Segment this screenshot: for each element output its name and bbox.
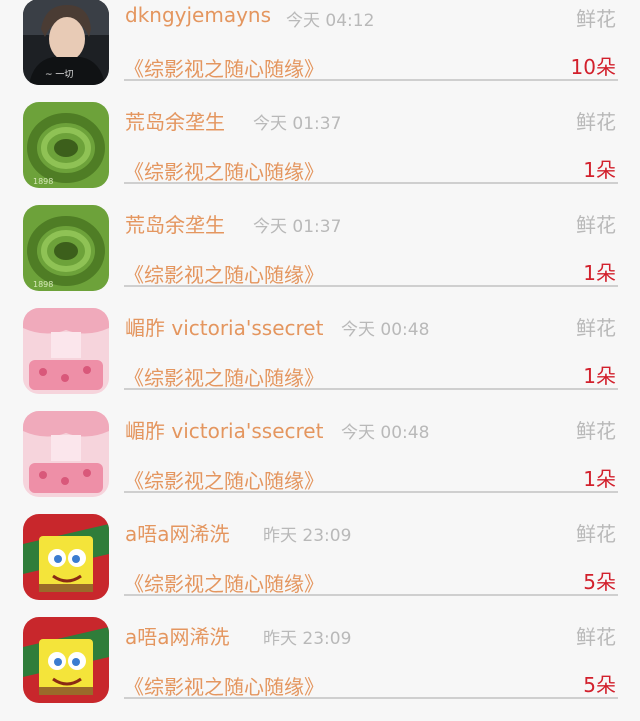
row-divider bbox=[124, 285, 618, 287]
user-name[interactable]: a唔a网浠洗 bbox=[125, 518, 230, 547]
user-avatar[interactable]: ~ 一切 bbox=[23, 0, 109, 85]
user-name[interactable]: 嵋胙 victoria'ssecret bbox=[125, 415, 323, 444]
gift-record-row[interactable]: 嵋胙 victoria'ssecret 今天 00:48 鲜花 《综影视之随心随… bbox=[0, 411, 640, 514]
user-name[interactable]: 嵋胙 victoria'ssecret bbox=[125, 312, 323, 341]
work-title[interactable]: 《综影视之随心随缘》 bbox=[124, 568, 324, 597]
user-avatar[interactable] bbox=[23, 411, 109, 497]
record-time: 昨天 23:09 bbox=[263, 526, 352, 546]
gift-count: 10朵 bbox=[570, 55, 616, 79]
row-divider bbox=[124, 491, 618, 493]
boy-photo-icon: ~ 一切 bbox=[23, 0, 109, 85]
work-title[interactable]: 《综影视之随心随缘》 bbox=[124, 465, 324, 494]
record-time: 今天 01:37 bbox=[253, 217, 342, 237]
row-divider bbox=[124, 79, 618, 81]
row-divider bbox=[124, 388, 618, 390]
gift-record-row[interactable]: 嵋胙 victoria'ssecret 今天 00:48 鲜花 《综影视之随心随… bbox=[0, 308, 640, 411]
gift-count: 1朵 bbox=[583, 364, 616, 388]
gift-record-row[interactable]: ~ 一切 dkngyjemayns 今天 04:12 鲜花 《综影视之随心随缘》… bbox=[0, 0, 640, 102]
gift-type-label: 鲜花 bbox=[576, 110, 616, 134]
user-avatar[interactable] bbox=[23, 308, 109, 394]
spongebob-icon bbox=[23, 617, 109, 703]
row-divider bbox=[124, 594, 618, 596]
pink-bedroom-icon bbox=[23, 411, 109, 497]
work-title[interactable]: 《综影视之随心随缘》 bbox=[124, 259, 324, 288]
gift-record-row[interactable]: 1898 荒岛余垄生 今天 01:37 鲜花 《综影视之随心随缘》 1朵 bbox=[0, 102, 640, 205]
work-title[interactable]: 《综影视之随心随缘》 bbox=[124, 53, 324, 82]
record-time: 今天 01:37 bbox=[253, 114, 342, 134]
user-avatar[interactable] bbox=[23, 617, 109, 703]
green-ring-icon: 1898 bbox=[23, 102, 109, 188]
record-time: 今天 04:12 bbox=[286, 11, 375, 31]
record-time: 今天 00:48 bbox=[341, 320, 430, 340]
gift-count: 1朵 bbox=[583, 261, 616, 285]
svg-text:~ 一切: ~ 一切 bbox=[45, 69, 73, 80]
user-name[interactable]: a唔a网浠洗 bbox=[125, 621, 230, 650]
user-avatar[interactable]: 1898 bbox=[23, 102, 109, 188]
gift-record-list: ~ 一切 dkngyjemayns 今天 04:12 鲜花 《综影视之随心随缘》… bbox=[0, 0, 640, 721]
user-name[interactable]: 荒岛余垄生 bbox=[125, 209, 225, 238]
work-title[interactable]: 《综影视之随心随缘》 bbox=[124, 156, 324, 185]
pink-bedroom-icon bbox=[23, 308, 109, 394]
gift-type-label: 鲜花 bbox=[576, 7, 616, 31]
record-time: 今天 00:48 bbox=[341, 423, 430, 443]
gift-type-label: 鲜花 bbox=[576, 419, 616, 443]
spongebob-icon bbox=[23, 514, 109, 600]
gift-record-row[interactable]: 1898 荒岛余垄生 今天 01:37 鲜花 《综影视之随心随缘》 1朵 bbox=[0, 205, 640, 308]
svg-text:1898: 1898 bbox=[33, 177, 53, 186]
green-ring-icon: 1898 bbox=[23, 205, 109, 291]
row-divider bbox=[124, 697, 618, 699]
user-avatar[interactable] bbox=[23, 514, 109, 600]
gift-type-label: 鲜花 bbox=[576, 625, 616, 649]
gift-type-label: 鲜花 bbox=[576, 316, 616, 340]
record-time: 昨天 23:09 bbox=[263, 629, 352, 649]
gift-type-label: 鲜花 bbox=[576, 522, 616, 546]
gift-count: 1朵 bbox=[583, 467, 616, 491]
gift-count: 1朵 bbox=[583, 158, 616, 182]
gift-count: 5朵 bbox=[583, 570, 616, 594]
user-name[interactable]: 荒岛余垄生 bbox=[125, 106, 225, 135]
user-avatar[interactable]: 1898 bbox=[23, 205, 109, 291]
gift-count: 5朵 bbox=[583, 673, 616, 697]
svg-text:1898: 1898 bbox=[33, 280, 53, 289]
user-name[interactable]: dkngyjemayns bbox=[125, 3, 271, 27]
gift-record-row[interactable]: a唔a网浠洗 昨天 23:09 鲜花 《综影视之随心随缘》 5朵 bbox=[0, 617, 640, 720]
row-divider bbox=[124, 182, 618, 184]
gift-record-row[interactable]: a唔a网浠洗 昨天 23:09 鲜花 《综影视之随心随缘》 5朵 bbox=[0, 514, 640, 617]
work-title[interactable]: 《综影视之随心随缘》 bbox=[124, 362, 324, 391]
gift-type-label: 鲜花 bbox=[576, 213, 616, 237]
